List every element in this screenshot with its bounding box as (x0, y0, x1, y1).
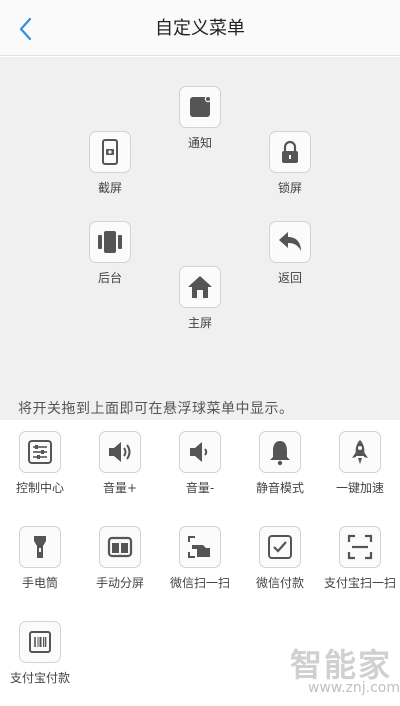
volume-up-icon (109, 442, 131, 462)
float-item-label: 截屏 (97, 181, 122, 195)
split-screen-icon-box (99, 526, 141, 568)
page-title: 自定义菜单 (155, 18, 245, 39)
toggle-alipay-pay[interactable]: 支付宝付款 (0, 621, 80, 686)
notification-icon-box (179, 86, 221, 128)
toggle-flashlight[interactable]: 手电筒 (0, 526, 80, 591)
toggle-speed-up[interactable]: 一键加速 (320, 431, 400, 496)
toggle-silent-mode[interactable]: 静音模式 (240, 431, 320, 496)
toggle-wechat-pay[interactable]: 微信付款 (240, 526, 320, 591)
toggle-label: 支付宝付款 (9, 671, 70, 685)
alipay-scan-icon (347, 534, 373, 560)
flashlight-icon (34, 536, 46, 558)
float-item-label: 锁屏 (277, 181, 302, 195)
lock-icon (282, 140, 298, 163)
float-item-label: 后台 (97, 271, 122, 285)
back-button[interactable] (14, 15, 38, 43)
toggle-alipay-scan[interactable]: 支付宝扫一扫 (320, 526, 400, 591)
header-bar: 自定义菜单 (0, 0, 400, 56)
hint-text: 将开关拖到上面即可在悬浮球菜单中显示。 (18, 401, 294, 417)
toggle-volume-down[interactable]: 音量- (160, 431, 240, 496)
alipay-pay-icon-box (19, 621, 61, 663)
flashlight-icon-box (19, 526, 61, 568)
volume-down-icon (190, 442, 208, 462)
float-item-notification[interactable]: 通知 (160, 86, 240, 151)
wechat-pay-icon-box (259, 526, 301, 568)
float-item-back[interactable]: 返回 (250, 221, 330, 286)
float-item-label: 主屏 (187, 316, 212, 330)
recents-icon (98, 231, 122, 253)
float-item-label: 返回 (277, 271, 302, 285)
toggle-label: 静音模式 (255, 481, 304, 495)
back-arrow-icon (279, 232, 301, 251)
alipay-scan-icon-box (339, 526, 381, 568)
toggle-label: 音量- (185, 481, 215, 495)
toggle-label: 微信扫一扫 (169, 576, 230, 590)
recents-icon-box (89, 221, 131, 263)
volume-down-icon-box (179, 431, 221, 473)
sliders-icon-box (19, 431, 61, 473)
toggle-label: 支付宝扫一扫 (323, 576, 396, 590)
chevron-left-icon (19, 17, 32, 41)
split-screen-icon (107, 536, 133, 558)
volume-up-icon-box (99, 431, 141, 473)
toggle-label: 控制中心 (15, 481, 64, 495)
toggle-label: 手电筒 (21, 576, 58, 590)
toggle-volume-up[interactable]: 音量+ (80, 431, 160, 496)
float-item-recents[interactable]: 后台 (70, 221, 150, 286)
alipay-pay-icon (29, 631, 51, 653)
sliders-icon (28, 440, 52, 464)
toggle-label: 手动分屏 (95, 576, 144, 590)
screenshot-icon (102, 139, 118, 165)
toggle-label: 微信付款 (255, 576, 304, 590)
rocket-icon-box (339, 431, 381, 473)
float-item-label: 通知 (187, 136, 212, 150)
wechat-pay-icon (268, 535, 292, 559)
bell-icon (270, 441, 290, 466)
lock-icon-box (269, 131, 311, 173)
back-arrow-icon-box (269, 221, 311, 263)
rocket-icon (352, 440, 368, 464)
toggle-label: 音量+ (102, 481, 138, 495)
toggle-wechat-scan[interactable]: 微信扫一扫 (160, 526, 240, 591)
notification-icon (190, 95, 212, 117)
home-icon-box (179, 266, 221, 308)
screenshot-icon-box (89, 131, 131, 173)
toggle-split-screen[interactable]: 手动分屏 (80, 526, 160, 591)
wechat-scan-icon (188, 536, 210, 558)
home-icon (188, 276, 212, 298)
bell-icon-box (259, 431, 301, 473)
wechat-scan-icon-box (179, 526, 221, 568)
float-item-home[interactable]: 主屏 (160, 266, 240, 331)
float-item-screenshot[interactable]: 截屏 (70, 131, 150, 196)
toggle-control-center[interactable]: 控制中心 (0, 431, 80, 496)
toggle-label: 一键加速 (335, 481, 384, 495)
float-item-lock[interactable]: 锁屏 (250, 131, 330, 196)
